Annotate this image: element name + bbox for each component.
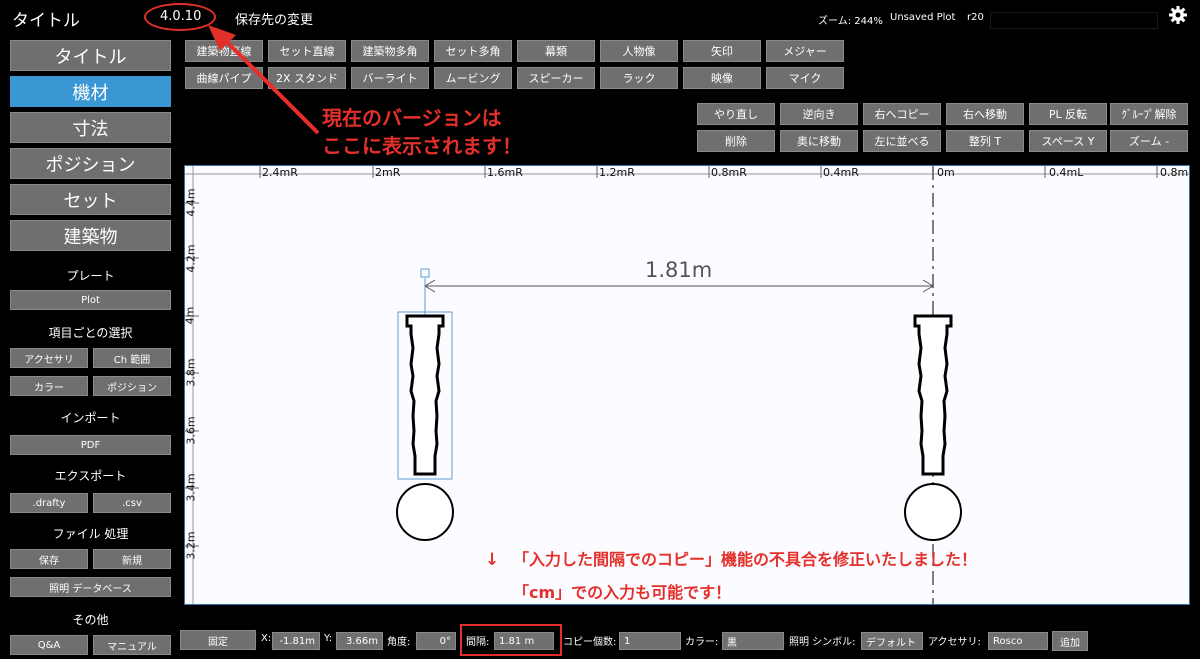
export-section-label: エクスポート <box>54 469 127 483</box>
plot-status: Unsaved Plot <box>890 12 956 23</box>
title-input[interactable] <box>990 12 1158 29</box>
ruler-top-label: 1.2mR <box>599 166 635 179</box>
tool-figure[interactable]: 人物像 <box>600 40 678 62</box>
tool-curtain[interactable]: 幕類 <box>517 40 595 62</box>
copy-right-button[interactable]: 右へコピー <box>863 103 941 125</box>
space-y-button[interactable]: スペース Y <box>1029 130 1107 152</box>
plot-drawing <box>185 166 1189 604</box>
tool-speaker[interactable]: スピーカー <box>517 67 595 89</box>
accessory-label: アクセサリ: <box>928 637 981 648</box>
revision-label: r20 <box>967 12 984 23</box>
ruler-left-label: 3.6m <box>184 416 198 445</box>
ruler-top-label: 0.8mL <box>1160 166 1189 179</box>
nav-dimensions[interactable]: 寸法 <box>10 112 171 143</box>
x-label: X: <box>261 633 272 644</box>
ruler-top-label: 0.4mL <box>1049 166 1084 179</box>
manual-button[interactable]: マニュアル <box>93 635 171 655</box>
select-position-button[interactable]: ポジション <box>93 376 171 396</box>
angle-input[interactable]: 0° <box>416 632 456 650</box>
nav-architecture[interactable]: 建築物 <box>10 220 171 251</box>
qa-button[interactable]: Q&A <box>10 635 88 655</box>
other-section-label: その他 <box>72 613 109 627</box>
y-input[interactable]: 3.66m <box>336 632 383 650</box>
copy-count-input[interactable]: 1 <box>619 632 681 650</box>
ruler-top-label: 2.4mR <box>262 166 298 179</box>
nav-position[interactable]: ポジション <box>10 148 171 179</box>
tool-arrow[interactable]: 矢印 <box>683 40 761 62</box>
tool-measure[interactable]: メジャー <box>766 40 844 62</box>
plate-section-label: プレート <box>66 269 115 283</box>
move-back-button[interactable]: 奥に移動 <box>780 130 858 152</box>
ruler-top-label: 2mR <box>375 166 401 179</box>
tool-moving[interactable]: ムービング <box>434 67 512 89</box>
angle-label: 角度: <box>387 637 411 648</box>
app-title: タイトル <box>12 11 80 31</box>
copy-count-label: コピー個数: <box>563 637 617 648</box>
symbol-select[interactable]: デフォルト <box>861 632 923 650</box>
tool-video[interactable]: 映像 <box>683 67 761 89</box>
fix-annotation: 「入力した間隔でのコピー」機能の不具合を修正いたしました！ <box>513 550 978 569</box>
ruler-left-label: 3.4m <box>184 473 198 502</box>
tool-mic[interactable]: マイク <box>766 67 844 89</box>
export-drafty-button[interactable]: .drafty <box>10 493 88 513</box>
ungroup-button[interactable]: ｸﾞﾙｰﾌﾟ解除 <box>1110 103 1188 125</box>
tool-architecture-polygon[interactable]: 建築物多角 <box>351 40 429 62</box>
import-pdf-button[interactable]: PDF <box>10 435 171 455</box>
fix-button[interactable]: 固定 <box>180 630 256 650</box>
version-annotation-line1: 現在のバージョンは <box>322 106 502 130</box>
tool-rack[interactable]: ラック <box>600 67 678 89</box>
y-label: Y: <box>324 633 333 644</box>
ruler-left-label: 3.8m <box>184 358 198 387</box>
ruler-left-label: 3.2m <box>184 531 198 560</box>
nav-set[interactable]: セット <box>10 184 171 215</box>
delete-button[interactable]: 削除 <box>697 130 775 152</box>
version-arrow <box>208 25 320 135</box>
down-arrow-annotation: ↓ <box>485 550 500 570</box>
add-button[interactable]: 追加 <box>1052 631 1088 651</box>
export-csv-button[interactable]: .csv <box>93 493 171 513</box>
spacing-highlight <box>460 624 562 656</box>
zoom-readout: ズーム: 244% <box>818 16 883 27</box>
save-button[interactable]: 保存 <box>10 549 88 569</box>
select-accessory-button[interactable]: アクセサリ <box>10 348 88 368</box>
zoom-out-button[interactable]: ズーム - <box>1110 130 1188 152</box>
dimension-label: 1.81m <box>645 258 713 282</box>
gear-icon[interactable] <box>1168 5 1188 25</box>
color-select[interactable]: 黒 <box>722 632 784 650</box>
new-button[interactable]: 新規 <box>93 549 171 569</box>
ruler-top-label: 0m <box>937 166 955 179</box>
import-section-label: インポート <box>60 411 121 425</box>
select-color-button[interactable]: カラー <box>10 376 88 396</box>
redo-button[interactable]: やり直し <box>697 103 775 125</box>
pl-flip-button[interactable]: PL 反転 <box>1029 103 1107 125</box>
ruler-left-label: 4m <box>184 306 197 325</box>
ruler-left-label: 4.2m <box>184 244 198 273</box>
version-annotation-line2: ここに表示されます！ <box>322 134 522 158</box>
ruler-top-label: 0.4mR <box>823 166 859 179</box>
file-section-label: ファイル 処理 <box>52 527 129 541</box>
ruler-left-label: 4.4m <box>184 188 198 217</box>
ruler-top-label: 1.6mR <box>487 166 523 179</box>
lighting-database-button[interactable]: 照明 データベース <box>10 577 171 597</box>
symbol-label: 照明 シンボル: <box>789 637 856 648</box>
ruler-top-label: 0.8mR <box>711 166 747 179</box>
x-input[interactable]: -1.81m <box>272 632 320 650</box>
tool-bar-light[interactable]: バーライト <box>351 67 429 89</box>
align-left-button[interactable]: 左に並べる <box>863 130 941 152</box>
reverse-button[interactable]: 逆向き <box>780 103 858 125</box>
tool-set-polygon[interactable]: セット多角 <box>434 40 512 62</box>
plot-button[interactable]: Plot <box>10 290 171 310</box>
nav-title[interactable]: タイトル <box>10 40 171 71</box>
select-ch-range-button[interactable]: Ch 範囲 <box>93 348 171 368</box>
color-label: カラー: <box>685 637 719 648</box>
nav-equipment[interactable]: 機材 <box>10 76 171 107</box>
select-section-label: 項目ごとの選択 <box>48 326 133 340</box>
cm-annotation: 「cm」での入力も可能です！ <box>513 583 732 602</box>
align-top-button[interactable]: 整列 T <box>946 130 1024 152</box>
accessory-input[interactable]: Rosco <box>988 632 1048 650</box>
plot-canvas[interactable]: 2.4mR 2mR 1.6mR 1.2mR 0.8mR 0.4mR 0m 0.4… <box>184 165 1190 605</box>
move-right-button[interactable]: 右へ移動 <box>946 103 1024 125</box>
